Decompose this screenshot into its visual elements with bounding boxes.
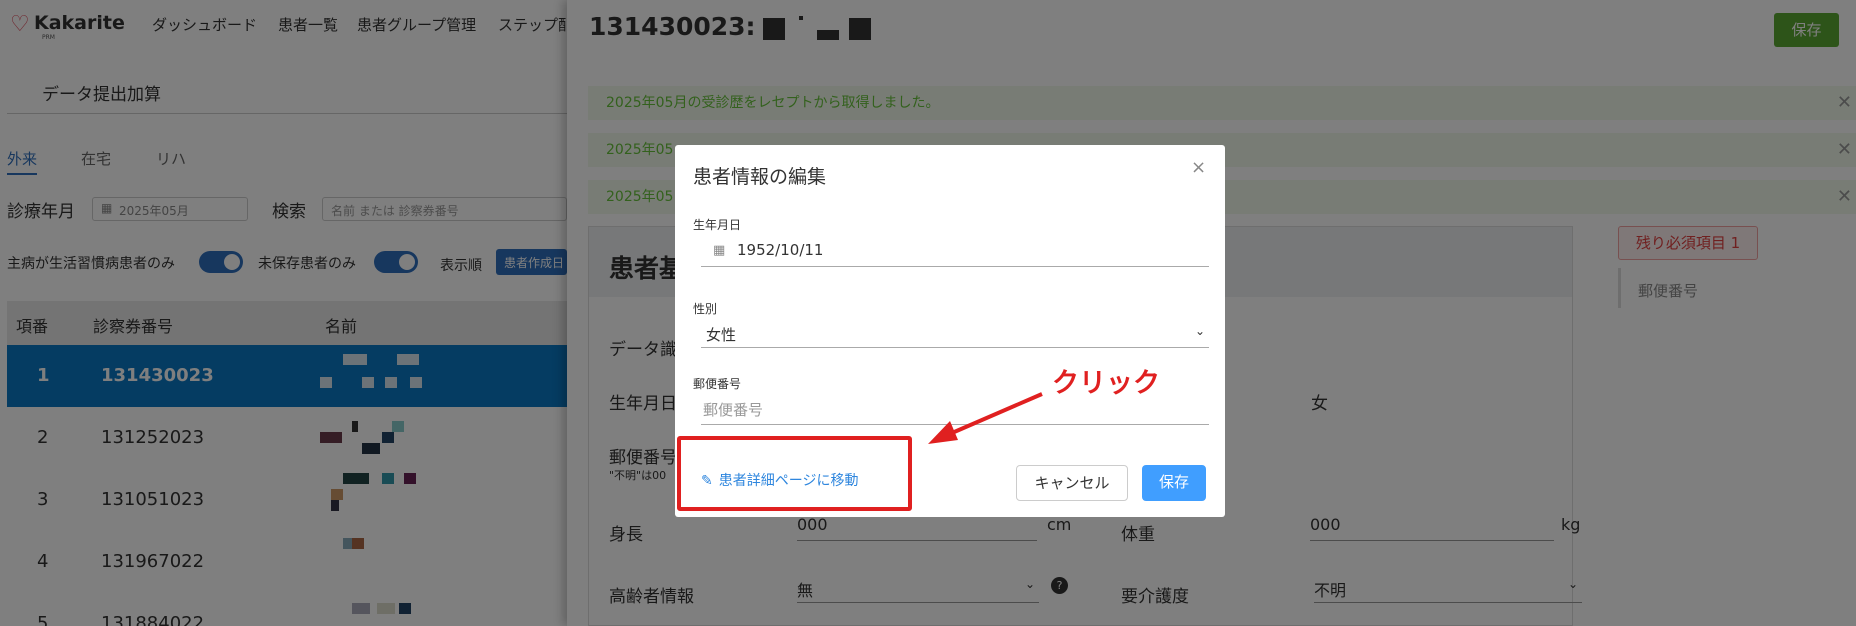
arrow-line [944,392,1043,438]
arrow-head [928,421,958,444]
click-annotation: クリック [1052,368,1160,399]
arrow-annotation [928,392,1043,444]
